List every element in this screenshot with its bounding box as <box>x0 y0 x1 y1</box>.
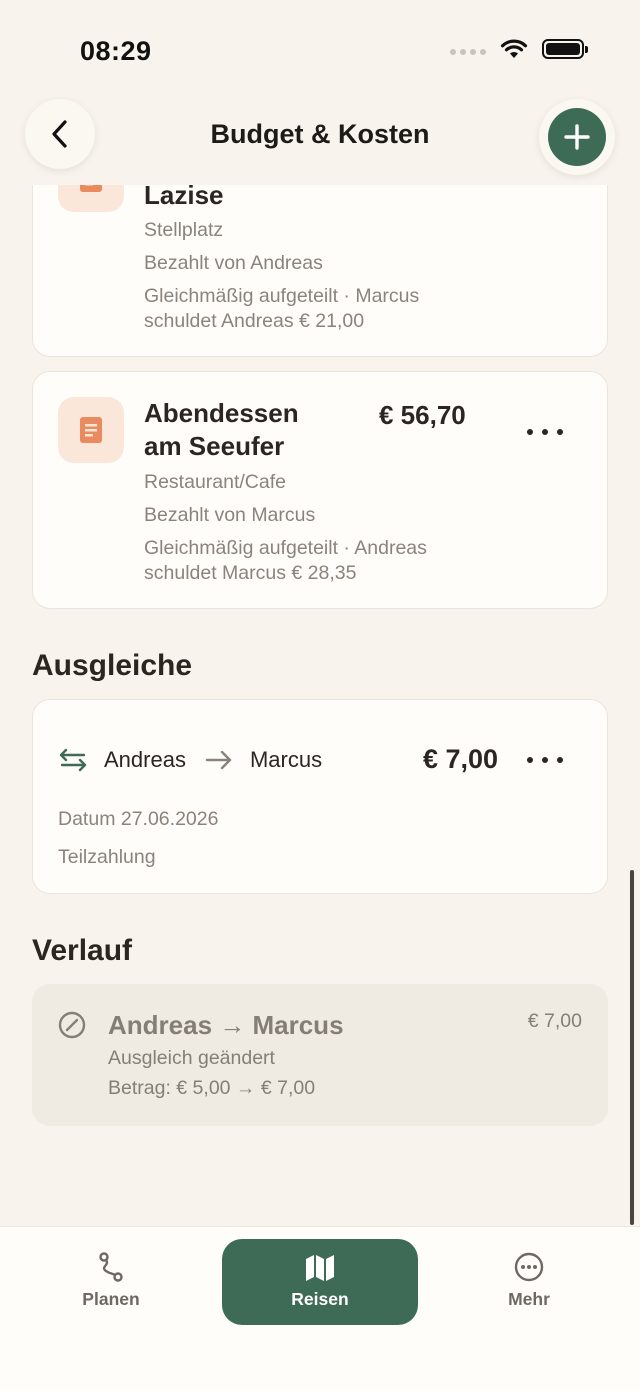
expense-title-line: Abendessen <box>144 398 299 428</box>
tab-label: Reisen <box>291 1289 349 1309</box>
receipt-icon <box>58 397 124 463</box>
settlement-row: Andreas Marcus <box>58 745 322 775</box>
signal-icon <box>450 49 486 55</box>
add-button[interactable] <box>539 99 615 175</box>
scrollbar[interactable] <box>630 870 634 1225</box>
nav-bar: Budget & Kosten <box>0 95 640 185</box>
expense-split-owed: schuldet Andreas € 21,00 <box>144 310 365 332</box>
expense-split-owed: schuldet Marcus € 28,35 <box>144 562 357 584</box>
tab-label: Planen <box>82 1289 140 1309</box>
history-action: Ausgleich geändert <box>108 1047 275 1069</box>
history-detail: Betrag: € 5,00 → € 7,00 <box>108 1077 316 1099</box>
expense-paid-by: Bezahlt von Andreas <box>144 252 323 274</box>
expense-category: Stellplatz <box>144 219 224 241</box>
settlement-from: Andreas <box>104 747 186 772</box>
expense-paid-by: Bezahlt von Marcus <box>144 504 316 526</box>
more-options-button[interactable] <box>527 422 563 442</box>
wifi-icon <box>500 39 528 58</box>
tab-reisen[interactable]: Reisen <box>222 1239 418 1325</box>
map-icon <box>306 1255 334 1281</box>
tab-label: Mehr <box>508 1289 550 1309</box>
status-bar: 08:29 <box>0 0 640 95</box>
expense-split: Gleichmäßig aufgeteilt · Andreas <box>144 537 427 559</box>
expense-amount: € 56,70 <box>379 400 466 430</box>
settlement-card[interactable]: Andreas Marcus € 7,00 Datum 27.06.2026 T… <box>32 699 608 894</box>
status-icons <box>450 38 588 60</box>
expense-category: Restaurant/Cafe <box>144 471 286 493</box>
expense-split: Gleichmäßig aufgeteilt · Marcus <box>144 285 420 307</box>
route-icon <box>99 1252 123 1282</box>
swap-icon <box>59 748 87 772</box>
edit-circle-icon <box>58 1011 86 1039</box>
more-options-button[interactable] <box>527 750 563 770</box>
section-title-settlements: Ausgleiche <box>32 649 193 682</box>
history-card: Andreas → Marcus € 7,00 Ausgleich geände… <box>32 984 608 1126</box>
settlement-date: Datum 27.06.2026 <box>58 808 219 830</box>
tab-mehr[interactable]: Mehr <box>469 1251 589 1310</box>
settlement-amount: € 7,00 <box>423 744 499 774</box>
expense-card[interactable]: Abendessen am Seeufer € 56,70 Restaurant… <box>32 371 608 609</box>
history-title: Andreas → Marcus <box>108 1010 344 1040</box>
expense-title-line: am Seeufer <box>144 431 285 461</box>
section-title-history: Verlauf <box>32 934 133 967</box>
tab-bar: Planen Reisen Mehr <box>0 1226 640 1391</box>
arrow-right-icon <box>205 750 232 770</box>
settlement-to: Marcus <box>249 747 323 772</box>
more-circle-icon <box>514 1252 544 1282</box>
history-amount: € 7,00 <box>527 1010 582 1032</box>
tab-planen[interactable]: Planen <box>51 1251 171 1310</box>
plus-icon <box>564 124 590 150</box>
expense-title: Abendessen am Seeufer <box>144 397 299 463</box>
battery-icon <box>542 39 588 59</box>
status-time: 08:29 <box>80 36 152 66</box>
settlement-type: Teilzahlung <box>58 846 156 868</box>
